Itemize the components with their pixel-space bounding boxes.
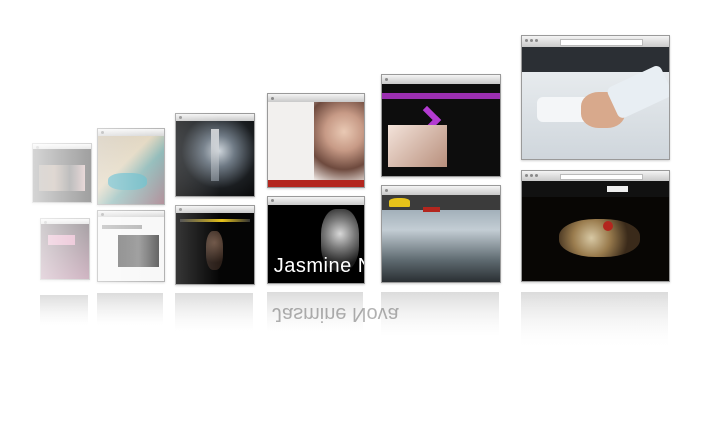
page-preview <box>382 194 500 282</box>
browser-window-top-5[interactable] <box>381 74 501 177</box>
browser-window-top-2[interactable] <box>97 128 165 205</box>
browser-window-bottom-3[interactable] <box>175 205 255 285</box>
browser-window-bottom-2[interactable] <box>97 210 165 282</box>
browser-window-top-6[interactable] <box>521 35 670 160</box>
reflected-site-title: Jasmine Nova <box>272 303 399 325</box>
page-preview <box>522 47 669 159</box>
page-preview <box>33 149 91 202</box>
page-preview <box>176 213 254 284</box>
browser-window-bottom-4[interactable]: Jasmine Nova <box>267 196 365 284</box>
page-preview <box>522 180 669 281</box>
page-preview <box>41 224 89 279</box>
browser-window-bottom-1[interactable] <box>40 218 90 280</box>
website-showcase-wall: Jasmine Nova Jasmine Nova <box>0 0 703 437</box>
browser-window-bottom-5[interactable] <box>381 185 501 283</box>
page-preview <box>98 217 164 281</box>
page-preview <box>98 135 164 204</box>
browser-window-top-3[interactable] <box>175 113 255 197</box>
browser-window-top-4[interactable] <box>267 93 365 188</box>
site-title-jasmine-nova: Jasmine Nova <box>273 255 364 278</box>
browser-window-bottom-6[interactable] <box>521 170 670 282</box>
browser-window-top-1[interactable] <box>32 143 92 203</box>
page-preview <box>268 102 364 187</box>
page-preview <box>176 121 254 196</box>
page-preview <box>382 84 500 176</box>
page-preview: Jasmine Nova <box>268 204 364 283</box>
